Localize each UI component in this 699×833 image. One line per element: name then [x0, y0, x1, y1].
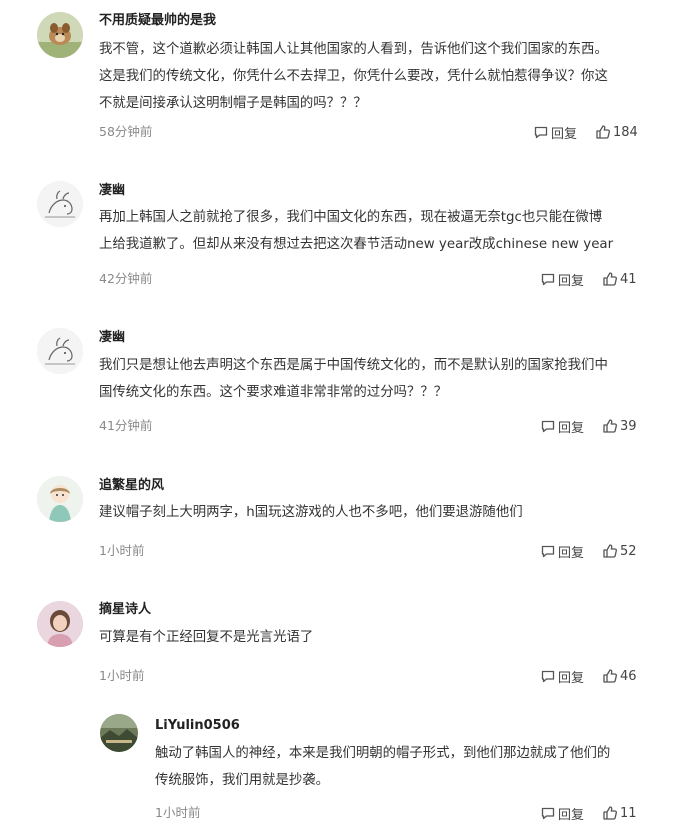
reply-item: LiYulin0506 触动了韩国人的神经，本来是我们明朝的帽子形式，到他们那边…: [0, 704, 699, 833]
like-count: 41: [620, 271, 637, 287]
like-button[interactable]: 41: [602, 271, 637, 287]
comment-item: 凄幽 我们只是想让他去声明这个东西是属于中国传统文化的，而不是默认别的国家抢我们…: [0, 307, 699, 453]
avatar[interactable]: [37, 601, 83, 647]
comment-author[interactable]: LiYulin0506: [155, 717, 240, 735]
reply-button[interactable]: 回复: [533, 123, 577, 142]
like-count: 11: [620, 805, 637, 821]
comment-text-line: 我不管，这个道歉必须让韩国人让其他国家的人看到，告诉他们这个我们国家的东西。: [99, 42, 608, 57]
avatar[interactable]: [37, 476, 83, 522]
reply-button[interactable]: 回复: [540, 270, 584, 289]
comment-time: 42分钟前: [99, 271, 153, 286]
reply-button[interactable]: 回复: [540, 417, 584, 436]
comment-icon: [540, 805, 556, 821]
comment-author[interactable]: 摘星诗人: [99, 601, 151, 619]
comment-time: 41分钟前: [99, 418, 153, 433]
like-button[interactable]: 46: [602, 668, 637, 684]
reply-button[interactable]: 回复: [540, 667, 584, 686]
like-count: 184: [613, 124, 638, 140]
comment-text-line: 建议帽子刻上大明两字，h国玩这游戏的人也不多吧，他们要退游随他们: [99, 505, 523, 520]
comment-text: 再加上韩国人之前就抢了很多，我们中国文化的东西，现在被逼无奈tgc也只能在微博 …: [99, 204, 613, 258]
reply-label: 回复: [558, 273, 585, 289]
comment-text: 我们只是想让他去声明这个东西是属于中国传统文化的，而不是默认别的国家抢我们中 国…: [99, 352, 608, 406]
comment-icon: [533, 124, 549, 140]
comment-text-line: 上给我道歉了。但却从来没有想过去把这次春节活动new year改成chinese…: [99, 237, 614, 252]
reply-label: 回复: [551, 126, 578, 142]
thumbs-up-icon: [595, 124, 611, 140]
thumbs-up-icon: [602, 418, 618, 434]
like-count: 39: [620, 418, 637, 434]
comment-actions: 回复 11: [540, 803, 637, 823]
comment-text-line: 传统服饰，我们用就是抄袭。: [155, 773, 330, 788]
sketch-avatar-icon: [37, 181, 83, 227]
comment-icon: [540, 418, 556, 434]
comment-text: 可算是有个正经回复不是光言光语了: [99, 624, 313, 651]
sketch-avatar-icon: [37, 328, 83, 374]
comment-time: 1小时前: [155, 805, 201, 820]
like-count: 52: [620, 543, 637, 559]
comment-text-line: 国传统文化的东西。这个要求难道非常非常的过分吗？？？: [99, 385, 448, 400]
avatar[interactable]: [100, 714, 138, 752]
comment-author[interactable]: 凄幽: [99, 182, 125, 200]
thumbs-up-icon: [602, 543, 618, 559]
girl-photo-avatar-icon: [37, 601, 83, 647]
avatar[interactable]: [37, 328, 83, 374]
comment-author[interactable]: 追繁星的风: [99, 477, 164, 495]
comment-actions: 回复 46: [540, 666, 637, 686]
comment-text-line: 我们只是想让他去声明这个东西是属于中国传统文化的，而不是默认别的国家抢我们中: [99, 358, 608, 373]
anime-girl-avatar-icon: [37, 476, 83, 522]
comment-text: 触动了韩国人的神经，本来是我们明朝的帽子形式，到他们那边就成了他们的 传统服饰，…: [155, 740, 610, 794]
like-count: 46: [620, 668, 637, 684]
comment-item: 摘星诗人 可算是有个正经回复不是光言光语了 1小时前 回复 46: [0, 579, 699, 704]
reply-label: 回复: [558, 420, 585, 436]
comment-actions: 回复 52: [540, 541, 637, 561]
thumbs-up-icon: [602, 805, 618, 821]
comment-item: 凄幽 再加上韩国人之前就抢了很多，我们中国文化的东西，现在被逼无奈tgc也只能在…: [0, 160, 699, 307]
reply-label: 回复: [558, 670, 585, 686]
comment-text-line: 触动了韩国人的神经，本来是我们明朝的帽子形式，到他们那边就成了他们的: [155, 746, 611, 761]
comment-icon: [540, 668, 556, 684]
comment-text-line: 再加上韩国人之前就抢了很多，我们中国文化的东西，现在被逼无奈tgc也只能在微博: [99, 210, 603, 225]
comment-text: 我不管，这个道歉必须让韩国人让其他国家的人看到，告诉他们这个我们国家的东西。 这…: [99, 36, 608, 117]
comment-text-line: 这是我们的传统文化，你凭什么不去捍卫，你凭什么要改，凭什么就怕惹得争议？你这: [99, 69, 608, 84]
landscape-avatar-icon: [100, 714, 138, 752]
like-button[interactable]: 11: [602, 805, 637, 821]
comment-icon: [540, 271, 556, 287]
comment-icon: [540, 543, 556, 559]
comment-item: 追繁星的风 建议帽子刻上大明两字，h国玩这游戏的人也不多吧，他们要退游随他们 1…: [0, 453, 699, 579]
comment-item: 不用质疑最帅的是我 我不管，这个道歉必须让韩国人让其他国家的人看到，告诉他们这个…: [0, 0, 699, 160]
like-button[interactable]: 52: [602, 543, 637, 559]
comment-time: 58分钟前: [99, 124, 153, 139]
comment-text: 建议帽子刻上大明两字，h国玩这游戏的人也不多吧，他们要退游随他们: [99, 499, 523, 526]
avatar[interactable]: [37, 12, 83, 58]
avatar[interactable]: [37, 181, 83, 227]
thumbs-up-icon: [602, 668, 618, 684]
comment-text-line: 不就是间接承认这明制帽子是韩国的吗？？？: [99, 96, 367, 111]
comment-author[interactable]: 不用质疑最帅的是我: [99, 12, 216, 30]
comment-time: 1小时前: [99, 668, 145, 683]
reply-label: 回复: [558, 807, 585, 823]
like-button[interactable]: 39: [602, 418, 637, 434]
reply-button[interactable]: 回复: [540, 542, 584, 561]
comment-text-line: 可算是有个正经回复不是光言光语了: [99, 630, 314, 645]
dog-avatar-icon: [37, 12, 83, 58]
comment-actions: 回复 39: [540, 416, 637, 436]
reply-label: 回复: [558, 545, 585, 561]
comment-actions: 回复 41: [540, 269, 637, 289]
like-button[interactable]: 184: [595, 124, 638, 140]
comment-author[interactable]: 凄幽: [99, 329, 125, 347]
comment-actions: 回复 184: [533, 122, 638, 142]
comment-time: 1小时前: [99, 543, 145, 558]
thumbs-up-icon: [602, 271, 618, 287]
reply-button[interactable]: 回复: [540, 804, 584, 823]
